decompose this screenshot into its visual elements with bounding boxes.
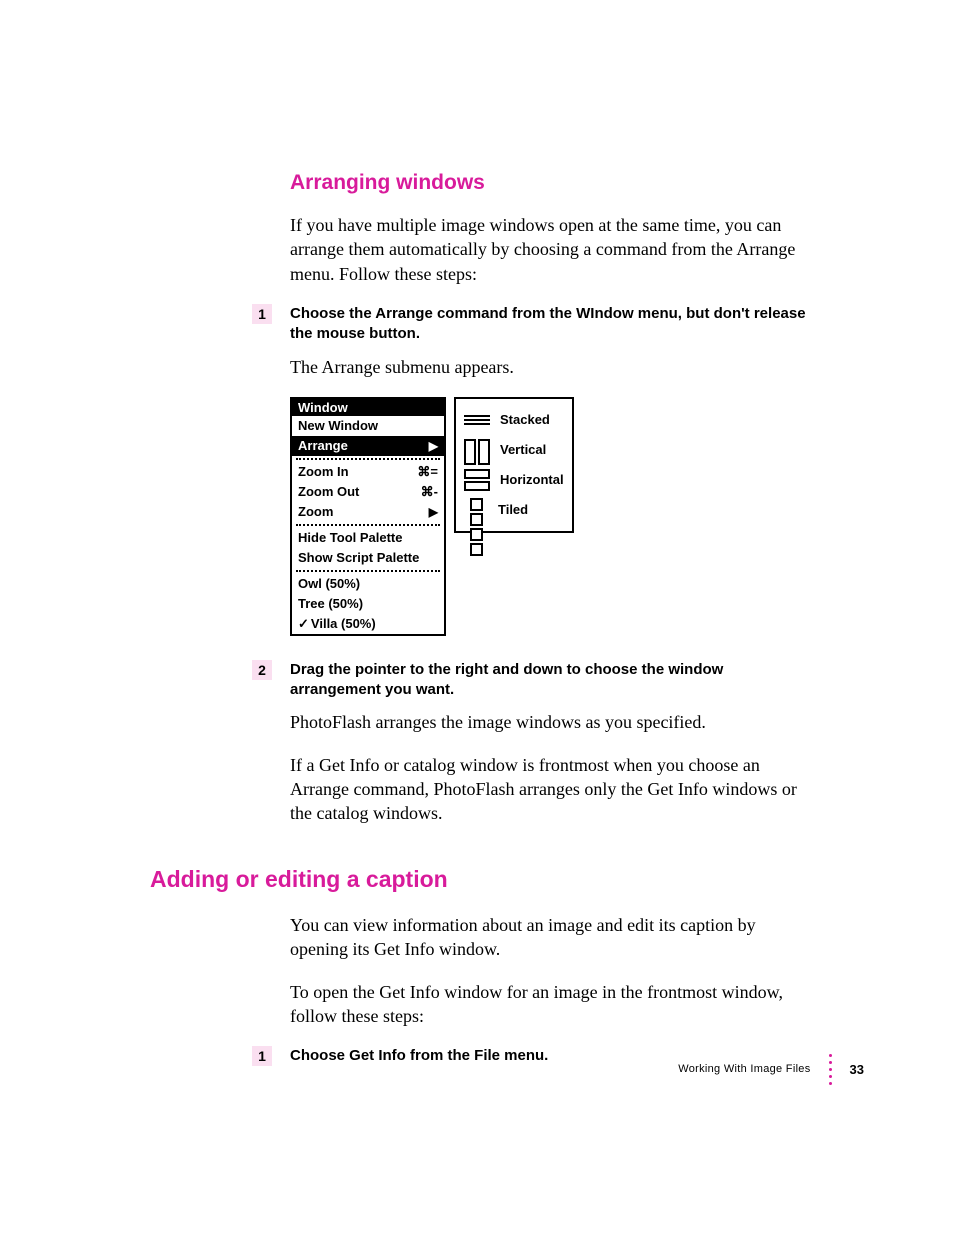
menu-screenshot-figure: Window New Window Arrange▶ Zoom In⌘= Zoo… bbox=[290, 397, 810, 636]
menu-divider bbox=[296, 458, 440, 460]
menu-item-zoom[interactable]: Zoom▶ bbox=[292, 502, 444, 522]
menu-item-arrange[interactable]: Arrange▶ bbox=[292, 436, 444, 456]
vertical-icon bbox=[464, 439, 490, 461]
menu-item-owl[interactable]: Owl (50%) bbox=[292, 574, 444, 594]
menu-item-hide-tool-palette[interactable]: Hide Tool Palette bbox=[292, 528, 444, 548]
submenu-item-tiled[interactable]: Tiled bbox=[464, 495, 564, 525]
submenu-item-stacked[interactable]: Stacked bbox=[464, 405, 564, 435]
menu-item-show-script-palette[interactable]: Show Script Palette bbox=[292, 548, 444, 568]
intro-paragraph: If you have multiple image windows open … bbox=[290, 213, 810, 286]
step-number-badge: 1 bbox=[252, 1046, 272, 1066]
menu-divider bbox=[296, 524, 440, 526]
step-instruction: Choose the Arrange command from the WInd… bbox=[290, 304, 810, 345]
window-menu: Window New Window Arrange▶ Zoom In⌘= Zoo… bbox=[290, 397, 446, 636]
arrange-submenu: Stacked Vertical Horizontal Tiled bbox=[454, 397, 574, 533]
keyboard-shortcut: ⌘= bbox=[417, 465, 438, 478]
menu-item-tree[interactable]: Tree (50%) bbox=[292, 594, 444, 614]
submenu-arrow-icon: ▶ bbox=[429, 506, 438, 518]
menu-item-new-window[interactable]: New Window bbox=[292, 416, 444, 436]
footer-dots-ornament bbox=[829, 1054, 832, 1085]
body-paragraph: To open the Get Info window for an image… bbox=[290, 980, 810, 1029]
content-area: Arranging windows If you have multiple i… bbox=[150, 170, 810, 1077]
body-paragraph: PhotoFlash arranges the image windows as… bbox=[290, 710, 810, 734]
tiled-icon bbox=[464, 498, 488, 522]
submenu-arrow-icon: ▶ bbox=[429, 440, 438, 452]
menu-item-zoom-in[interactable]: Zoom In⌘= bbox=[292, 462, 444, 482]
menu-divider bbox=[296, 570, 440, 572]
step-result-text: The Arrange submenu appears. bbox=[290, 355, 810, 379]
page: Arranging windows If you have multiple i… bbox=[0, 0, 954, 1235]
step-number-badge: 2 bbox=[252, 660, 272, 680]
submenu-item-horizontal[interactable]: Horizontal bbox=[464, 465, 564, 495]
step-1-arranging: 1 Choose the Arrange command from the WI… bbox=[150, 304, 810, 345]
step-instruction: Drag the pointer to the right and down t… bbox=[290, 660, 810, 701]
heading-adding-caption: Adding or editing a caption bbox=[150, 866, 810, 894]
page-number: 33 bbox=[850, 1063, 864, 1076]
step-number-badge: 1 bbox=[252, 304, 272, 324]
submenu-item-vertical[interactable]: Vertical bbox=[464, 435, 564, 465]
step-2-arranging: 2 Drag the pointer to the right and down… bbox=[150, 660, 810, 701]
stacked-icon bbox=[464, 409, 490, 431]
menu-title: Window bbox=[292, 399, 444, 416]
body-paragraph: If a Get Info or catalog window is front… bbox=[290, 753, 810, 826]
body-paragraph: You can view information about an image … bbox=[290, 913, 810, 962]
heading-arranging-windows: Arranging windows bbox=[290, 170, 810, 195]
footer-chapter-title: Working With Image Files bbox=[678, 1064, 810, 1075]
horizontal-icon bbox=[464, 469, 490, 491]
keyboard-shortcut: ⌘- bbox=[421, 485, 438, 498]
menu-item-zoom-out[interactable]: Zoom Out⌘- bbox=[292, 482, 444, 502]
menu-item-villa[interactable]: Villa (50%) bbox=[292, 614, 444, 634]
page-footer: Working With Image Files 33 bbox=[678, 1054, 864, 1085]
